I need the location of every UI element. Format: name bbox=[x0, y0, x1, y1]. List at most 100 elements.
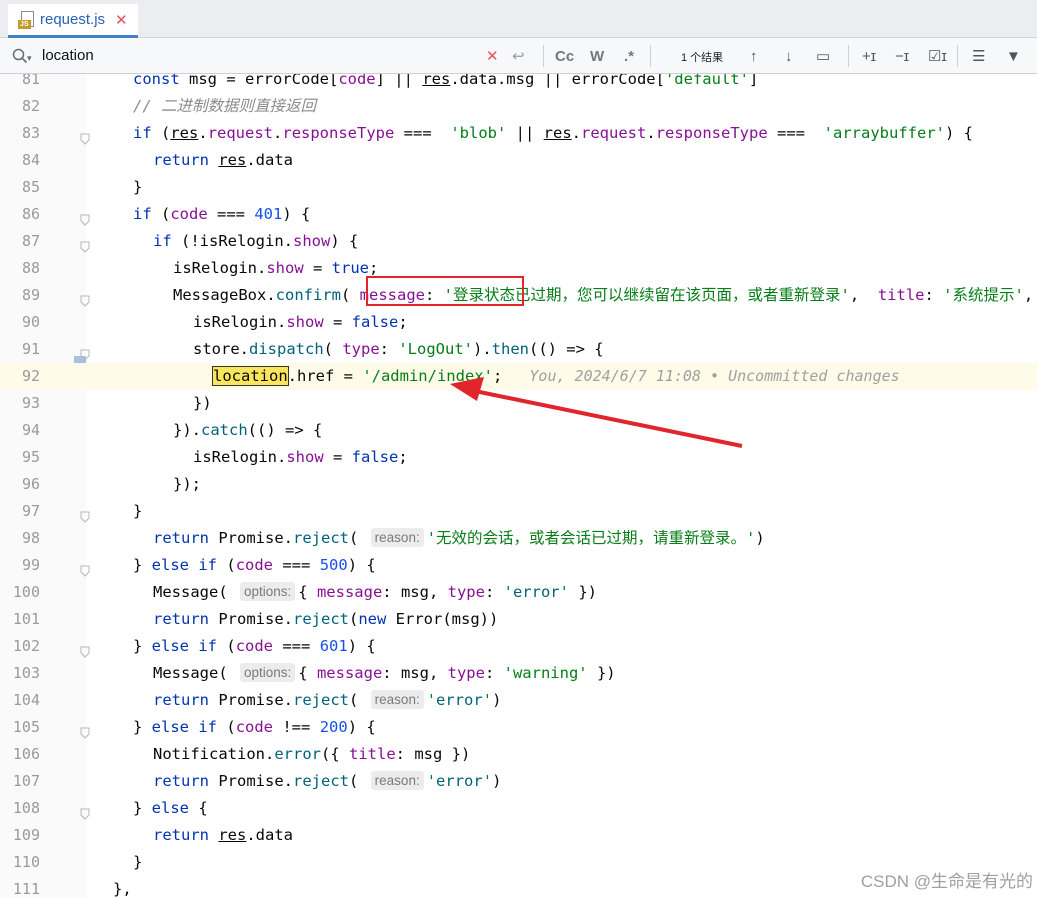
code-line[interactable]: 84 return res.data bbox=[0, 147, 1037, 174]
filter-icon[interactable]: ▼ bbox=[1006, 44, 1021, 68]
code-line[interactable]: 101 return Promise.reject(new Error(msg)) bbox=[0, 606, 1037, 633]
fold-icon[interactable] bbox=[80, 559, 90, 577]
code-line[interactable]: 87 if (!isRelogin.show) { bbox=[0, 228, 1037, 255]
fold-icon[interactable] bbox=[80, 127, 90, 145]
fold-icon[interactable] bbox=[80, 208, 90, 226]
code-line[interactable]: 99} else if (code === 500) { bbox=[0, 552, 1037, 579]
code-text: store.dispatch( type: 'LogOut').then(() … bbox=[193, 340, 604, 358]
javascript-file-icon: JS bbox=[18, 10, 34, 29]
code-line[interactable]: 105} else if (code !== 200) { bbox=[0, 714, 1037, 741]
line-number: 102 bbox=[12, 637, 40, 655]
code-text: } else if (code === 601) { bbox=[133, 637, 376, 655]
line-number: 99 bbox=[21, 556, 40, 574]
code-line[interactable]: 103 Message( options:{ message: msg, type… bbox=[0, 660, 1037, 687]
find-bar: ▾ location ✕ ↩ Cc W .* 1 个结果 ↑ ↓ ▭ +ɪ −ɪ… bbox=[0, 38, 1037, 74]
fold-icon[interactable] bbox=[80, 235, 90, 253]
code-line[interactable]: 85} bbox=[0, 174, 1037, 201]
fold-icon[interactable] bbox=[80, 289, 90, 307]
tab-request-js[interactable]: JS request.js ✕ bbox=[8, 4, 138, 38]
code-line[interactable]: 83 if (res.request.responseType === 'blob… bbox=[0, 120, 1037, 147]
watermark: CSDN @生命是有光的 bbox=[860, 872, 1033, 891]
line-number: 82 bbox=[21, 97, 40, 115]
code-line[interactable]: 98 return Promise.reject( reason: '无效的会话，或… bbox=[0, 525, 1037, 552]
next-occurrence-icon[interactable]: ↓ bbox=[785, 44, 793, 68]
code-line[interactable]: 94}).catch(() => { bbox=[0, 417, 1037, 444]
line-number: 101 bbox=[12, 610, 40, 628]
code-line[interactable]: 86 if (code === 401) { bbox=[0, 201, 1037, 228]
code-line[interactable]: 90 isRelogin.show = false; bbox=[0, 309, 1037, 336]
code-line[interactable]: 102 } else if (code === 601) { bbox=[0, 633, 1037, 660]
line-number: 96 bbox=[21, 475, 40, 493]
code-text: MessageBox.confirm( message: '登录状态已过期，您可… bbox=[173, 286, 1034, 304]
code-text: isRelogin.show = false; bbox=[193, 448, 408, 466]
code-line[interactable]: 93}) bbox=[0, 390, 1037, 417]
add-selection-icon[interactable]: +ɪ bbox=[862, 44, 876, 68]
annotation-highlight-box bbox=[366, 276, 524, 306]
line-number: 85 bbox=[21, 178, 40, 196]
previous-occurrence-icon[interactable]: ↑ bbox=[750, 44, 758, 68]
blame-annotation: You, 2024/6/7 11:08 • Uncommitted change… bbox=[502, 367, 900, 385]
code-text: } bbox=[133, 853, 143, 871]
line-number: 110 bbox=[12, 853, 40, 871]
tab-label: request.js bbox=[40, 11, 106, 28]
code-line[interactable]: 106 Notification.error({ title: msg }) bbox=[0, 741, 1037, 768]
line-number: 92 bbox=[21, 367, 40, 385]
code-text: return res.data bbox=[153, 151, 294, 169]
regex-button[interactable]: .* bbox=[624, 44, 634, 68]
code-line[interactable]: 92 location.href = '/admin/index'; You, 2… bbox=[0, 363, 1037, 390]
code-line[interactable]: 81 const msg = errorCode[code] || res.dat… bbox=[0, 74, 1037, 93]
code-text: return Promise.reject( reason:'error') bbox=[153, 690, 502, 709]
remove-selection-icon[interactable]: −ɪ bbox=[895, 44, 909, 68]
close-icon[interactable]: ✕ bbox=[115, 11, 128, 29]
fold-icon[interactable] bbox=[80, 802, 90, 820]
search-icon[interactable] bbox=[12, 48, 28, 64]
code-line[interactable]: 82 // 二进制数据则直接返回 bbox=[0, 93, 1037, 120]
line-number: 89 bbox=[21, 286, 40, 304]
code-line[interactable]: 97} bbox=[0, 498, 1037, 525]
line-number: 95 bbox=[21, 448, 40, 466]
select-all-occurrences-icon[interactable]: ☑ɪ bbox=[928, 44, 947, 68]
code-line[interactable]: 104 return Promise.reject( reason:'error'… bbox=[0, 687, 1037, 714]
line-number: 86 bbox=[21, 205, 40, 223]
open-in-window-icon[interactable]: ▭ bbox=[816, 44, 830, 68]
code-text: } bbox=[133, 178, 143, 196]
line-number: 87 bbox=[21, 232, 40, 250]
code-line[interactable]: 109 return res.data bbox=[0, 822, 1037, 849]
code-text: if (!isRelogin.show) { bbox=[153, 232, 359, 250]
chevron-down-icon[interactable]: ▾ bbox=[27, 46, 32, 70]
fold-icon[interactable] bbox=[80, 343, 90, 361]
code-line[interactable]: 96}); bbox=[0, 471, 1037, 498]
clear-search-icon[interactable]: ✕ bbox=[486, 44, 499, 68]
line-number: 93 bbox=[21, 394, 40, 412]
code-line[interactable]: 91 store.dispatch( type: 'LogOut').then((… bbox=[0, 336, 1037, 363]
line-number: 104 bbox=[12, 691, 40, 709]
fold-icon[interactable] bbox=[80, 640, 90, 658]
line-number: 106 bbox=[12, 745, 40, 763]
match-case-button[interactable]: Cc bbox=[555, 44, 574, 68]
code-line[interactable]: 95 isRelogin.show = false; bbox=[0, 444, 1037, 471]
code-text: Message( options:{ message: msg, type: '… bbox=[153, 582, 597, 601]
line-number: 81 bbox=[21, 74, 40, 88]
code-text: const msg = errorCode[code] || res.data.… bbox=[133, 74, 759, 88]
line-number: 103 bbox=[12, 664, 40, 682]
code-text: } bbox=[133, 502, 143, 520]
code-text: }).catch(() => { bbox=[173, 421, 323, 439]
filter-lines-icon[interactable]: ☰ bbox=[972, 44, 985, 68]
search-input[interactable]: location bbox=[42, 47, 94, 64]
new-line-icon[interactable]: ↩ bbox=[512, 44, 525, 68]
code-line[interactable]: 107 return Promise.reject( reason:'error'… bbox=[0, 768, 1037, 795]
line-number: 107 bbox=[12, 772, 40, 790]
code-text: return res.data bbox=[153, 826, 294, 844]
code-text: return Promise.reject( reason: '无效的会话，或者会… bbox=[153, 528, 765, 547]
whole-words-button[interactable]: W bbox=[590, 44, 604, 68]
code-line[interactable]: 108} else { bbox=[0, 795, 1037, 822]
code-text: return Promise.reject( reason:'error') bbox=[153, 771, 502, 790]
code-editor[interactable]: 81 const msg = errorCode[code] || res.dat… bbox=[0, 74, 1037, 898]
search-result-count: 1 个结果 bbox=[681, 52, 724, 64]
code-text: Message( options:{ message: msg, type: '… bbox=[153, 663, 616, 682]
code-line[interactable]: 100 Message( options:{ message: msg, type… bbox=[0, 579, 1037, 606]
fold-icon[interactable] bbox=[80, 505, 90, 523]
code-text: } else { bbox=[133, 799, 208, 817]
fold-icon[interactable] bbox=[80, 721, 90, 739]
line-number: 91 bbox=[21, 340, 40, 358]
